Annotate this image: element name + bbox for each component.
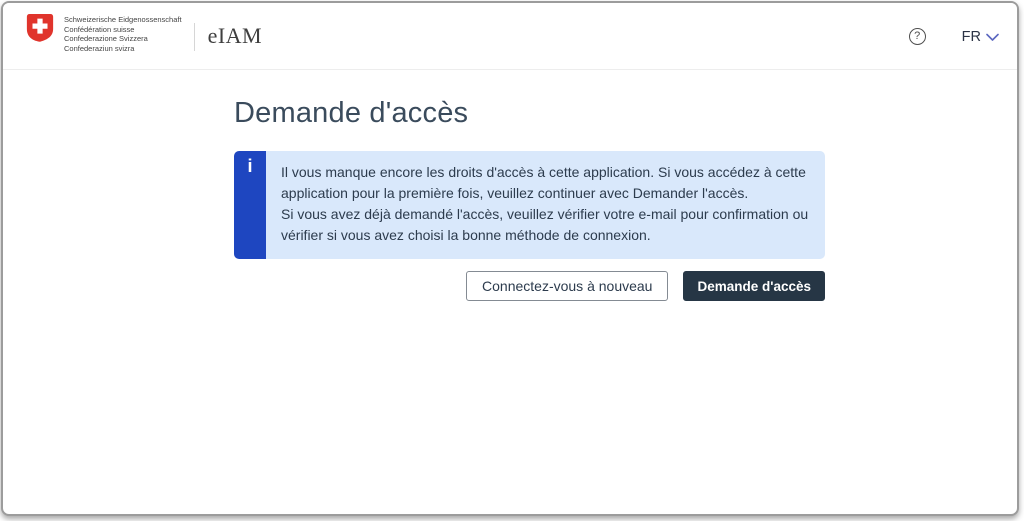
action-button-row: Connectez-vous à nouveau Demande d'accès [234,271,825,301]
confederation-line-fr: Confédération suisse [64,24,135,34]
swiss-coat-of-arms-icon [26,13,54,42]
logo-divider [193,23,195,51]
language-code: FR [961,28,981,45]
federal-logo: Schweizerische Eidgenossenschaft Confédé… [25,3,262,69]
confederation-name-lines: Schweizerische Eidgenossenschaft Confédé… [64,15,182,53]
page-title: Demande d'accès [234,97,469,129]
language-selector[interactable]: FR [962,29,999,45]
info-paragraph-1: Il vous manque encore les droits d'accès… [281,164,806,201]
main-content: Demande d'accès i Il vous manque encore … [3,70,1017,301]
confederation-line-it: Confederazione Svizzera [64,34,148,44]
info-message-text: Il vous manque encore les droits d'accès… [266,151,825,259]
chevron-down-icon [986,33,999,42]
app-title: eIAM [207,23,263,48]
browser-window: Schweizerische Eidgenossenschaft Confédé… [1,1,1019,516]
request-access-button[interactable]: Demande d'accès [683,271,825,301]
info-paragraph-2: Si vous avez déjà demandé l'accès, veuil… [281,206,809,243]
info-icon: i [234,151,266,259]
login-again-button[interactable]: Connectez-vous à nouveau [466,271,669,301]
confederation-line-de: Schweizerische Eidgenossenschaft [64,15,182,24]
confederation-line-rm: Confederaziun svizra [64,43,135,53]
app-header: Schweizerische Eidgenossenschaft Confédé… [3,3,1017,70]
info-message-box: i Il vous manque encore les droits d'acc… [234,151,825,259]
header-actions: ? FR [908,28,999,45]
help-icon[interactable]: ? [908,28,926,45]
